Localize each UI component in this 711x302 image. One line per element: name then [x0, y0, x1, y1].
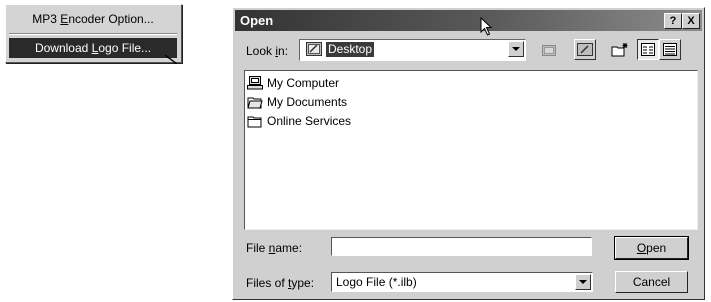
- new-folder-icon: [611, 43, 628, 57]
- help-button[interactable]: ?: [664, 13, 682, 29]
- menu-item-text: MP3: [32, 12, 61, 26]
- files-of-type-value: Logo File (*.ilb): [336, 275, 417, 289]
- file-name: My Documents: [267, 95, 348, 109]
- file-name: My Computer: [267, 76, 340, 90]
- menu-item-text: ogo File...: [98, 41, 152, 55]
- details-view-button[interactable]: [659, 39, 681, 60]
- desktop-button[interactable]: [574, 39, 596, 60]
- look-in-value: Desktop: [326, 42, 375, 57]
- up-one-level-icon: [542, 45, 556, 56]
- label-text: Files of: [246, 276, 289, 290]
- button-text: pen: [646, 241, 667, 255]
- menu-item-mp3-encoder-option[interactable]: MP3 Encoder Option...: [9, 9, 177, 29]
- label-text: n:: [278, 44, 289, 58]
- button-accelerator: O: [636, 241, 647, 255]
- label-text: ype:: [291, 276, 315, 290]
- dialog-titlebar[interactable]: Open ? X: [235, 10, 702, 31]
- menu-separator: [9, 33, 177, 35]
- up-one-level-button[interactable]: [538, 39, 560, 60]
- list-view-icon: [641, 43, 655, 56]
- close-icon: X: [687, 15, 695, 27]
- look-in-dropdown[interactable]: Desktop: [299, 39, 526, 61]
- file-list[interactable]: My Computer My Documents Online Services: [244, 70, 698, 230]
- help-icon: ?: [669, 15, 677, 27]
- files-of-type-dropdown[interactable]: Logo File (*.ilb): [331, 272, 593, 292]
- chevron-down-icon[interactable]: [508, 41, 524, 57]
- menu-item-download-logo-file[interactable]: Download Logo File...: [9, 38, 177, 58]
- open-button[interactable]: Open: [614, 236, 689, 260]
- desktop-icon: [306, 42, 322, 56]
- dialog-title: Open: [240, 13, 274, 28]
- files-of-type-label: Files of type:: [246, 276, 314, 290]
- new-folder-button[interactable]: [608, 39, 630, 60]
- chevron-down-icon[interactable]: [575, 274, 591, 290]
- list-view-button[interactable]: [637, 39, 659, 60]
- label-text: ame:: [275, 241, 303, 255]
- menu-item-text: ncoder Option...: [68, 12, 154, 26]
- context-menu: MP3 Encoder Option... Download Logo File…: [5, 4, 182, 64]
- open-dialog: Open ? X Look in: Desktop My Computer My…: [232, 7, 705, 300]
- folder-icon: [247, 116, 262, 128]
- close-button[interactable]: X: [682, 13, 700, 29]
- file-name-input[interactable]: [331, 237, 592, 256]
- menu-item-text: Download: [34, 41, 92, 55]
- label-text: Look: [246, 44, 276, 58]
- mouse-pointer-icon: [165, 55, 177, 64]
- mouse-pointer-icon: [480, 17, 493, 36]
- look-in-label: Look in:: [246, 44, 288, 58]
- my-documents-icon: [247, 97, 263, 109]
- file-name-label: File name:: [246, 241, 302, 255]
- cancel-button[interactable]: Cancel: [615, 271, 688, 293]
- desktop-icon: [577, 43, 593, 56]
- details-view-icon: [663, 43, 677, 56]
- label-text: File: [246, 241, 269, 255]
- my-computer-icon: [247, 76, 263, 90]
- file-name: Online Services: [267, 114, 352, 128]
